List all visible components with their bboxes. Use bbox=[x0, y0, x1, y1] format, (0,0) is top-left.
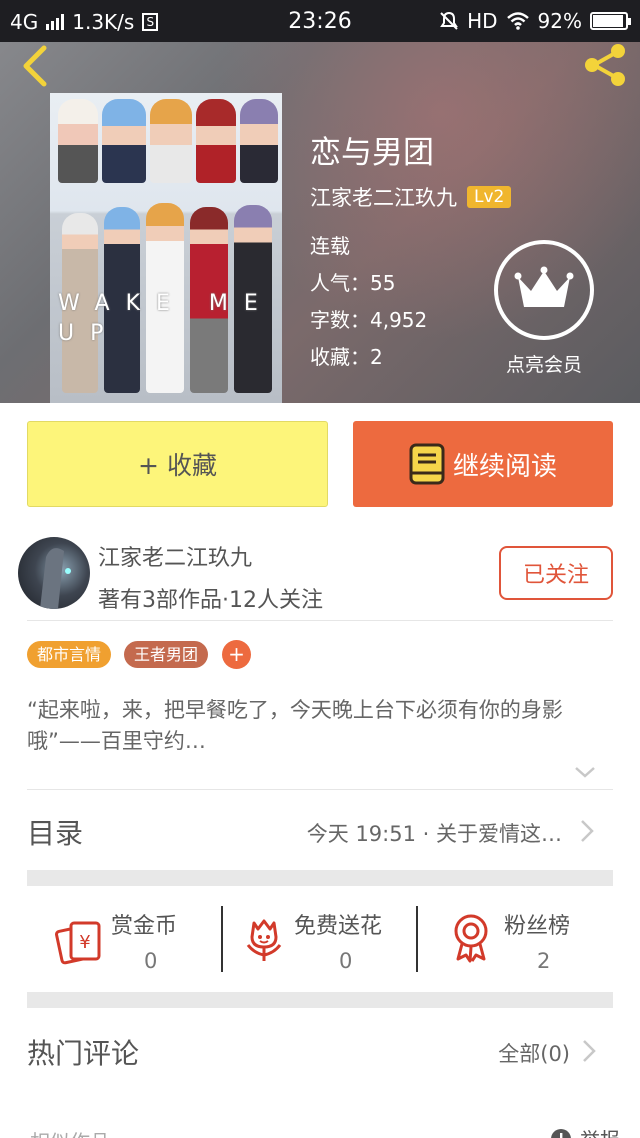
vertical-divider bbox=[416, 906, 418, 972]
book-author-name: 江家老二江玖九 bbox=[310, 186, 457, 210]
free-flower-button[interactable]: 免费送花 0 bbox=[242, 905, 412, 973]
fan-ranking-button[interactable]: 粉丝榜 2 bbox=[450, 905, 590, 973]
table-of-contents-row[interactable]: 目录 今天 19:51 · 关于爱情这… bbox=[0, 790, 640, 870]
divider bbox=[27, 620, 613, 621]
battery-percent: 92% bbox=[537, 9, 582, 33]
chevron-right-icon bbox=[581, 820, 594, 842]
section-separator bbox=[27, 992, 613, 1008]
hot-comments-section: 热门评论 全部(0) bbox=[0, 1010, 640, 1090]
similar-works-label: 相似作品 bbox=[30, 1126, 110, 1138]
hd-label: HD bbox=[467, 9, 498, 33]
flower-icon bbox=[246, 919, 282, 961]
fan-ranking-value: 2 bbox=[537, 949, 551, 973]
tag-urban-romance[interactable]: 都市言情 bbox=[27, 641, 112, 668]
favorite-count: 收藏：2 bbox=[310, 345, 383, 369]
word-count: 字数：4,952 bbox=[310, 308, 428, 332]
medal-icon bbox=[454, 914, 488, 963]
book-status: 连载 bbox=[310, 234, 350, 258]
reward-coins-button[interactable]: ¥ 赏金币 0 bbox=[55, 905, 215, 973]
vertical-divider bbox=[221, 906, 223, 972]
synopsis: “起来啦，来，把早餐吃了，今天晚上台下必须有你的身影哦”——百里守约… bbox=[27, 698, 563, 753]
fan-ranking-label: 粉丝榜 bbox=[504, 914, 571, 939]
wifi-icon bbox=[506, 12, 529, 30]
author-info: 著有3部作品·12人关注 bbox=[98, 588, 323, 613]
vip-button[interactable] bbox=[494, 240, 594, 340]
level-badge: Lv2 bbox=[467, 186, 512, 208]
envelope-coin-icon: ¥ bbox=[55, 921, 101, 965]
book-icon bbox=[409, 443, 445, 485]
chevron-left-icon bbox=[23, 45, 47, 87]
battery-icon bbox=[590, 12, 631, 30]
bottom-bar: 相似作品 举报 bbox=[0, 1122, 640, 1138]
report-button[interactable]: 举报 bbox=[550, 1124, 620, 1138]
report-icon bbox=[551, 1128, 571, 1138]
svg-text:¥: ¥ bbox=[79, 932, 90, 953]
avatar-image bbox=[40, 548, 71, 609]
free-flower-value: 0 bbox=[339, 949, 353, 973]
book-header: 4G 1.3K/s S 23:26 HD 92% WAKE ME UP 恋与男团… bbox=[0, 0, 640, 403]
free-flower-label: 免费送花 bbox=[294, 914, 383, 939]
chevron-down-icon bbox=[575, 767, 595, 778]
mute-icon bbox=[440, 11, 458, 30]
add-tag-button[interactable]: + bbox=[222, 640, 251, 669]
back-button[interactable] bbox=[16, 44, 56, 88]
tag-king-group[interactable]: 王者男团 bbox=[124, 641, 209, 668]
follow-button[interactable]: 已关注 bbox=[499, 546, 613, 600]
crown-icon bbox=[514, 266, 574, 307]
popularity: 人气：55 bbox=[310, 271, 396, 295]
share-button[interactable] bbox=[580, 42, 630, 88]
continue-reading-button[interactable]: 继续阅读 bbox=[353, 421, 613, 507]
expand-button[interactable] bbox=[574, 762, 596, 782]
favorite-button[interactable]: + 收藏 bbox=[27, 421, 328, 507]
vip-label: 点亮会员 bbox=[505, 354, 582, 376]
reward-coins-value: 0 bbox=[144, 949, 158, 973]
section-separator bbox=[27, 870, 613, 886]
reward-coins-label: 赏金币 bbox=[111, 914, 178, 939]
latest-chapter: 今天 19:51 · 关于爱情这… bbox=[306, 822, 562, 846]
report-label: 举报 bbox=[580, 1124, 620, 1138]
author-avatar[interactable] bbox=[18, 537, 90, 609]
share-icon bbox=[585, 44, 625, 86]
cover-text: WAKE ME UP bbox=[58, 291, 274, 346]
all-comments-link[interactable]: 全部(0) bbox=[498, 1038, 570, 1068]
book-title: 恋与男团 bbox=[310, 135, 434, 171]
chevron-right-icon bbox=[583, 1040, 596, 1062]
continue-reading-label: 继续阅读 bbox=[452, 451, 557, 482]
hot-comments-title: 热门评论 bbox=[27, 1037, 140, 1070]
author-name[interactable]: 江家老二江玖九 bbox=[98, 540, 252, 572]
book-author[interactable]: 江家老二江玖九 Lv2 bbox=[310, 182, 512, 212]
status-bar: 4G 1.3K/s S 23:26 HD 92% bbox=[0, 0, 640, 42]
toc-label: 目录 bbox=[27, 817, 84, 850]
book-cover[interactable]: WAKE ME UP bbox=[50, 93, 282, 403]
